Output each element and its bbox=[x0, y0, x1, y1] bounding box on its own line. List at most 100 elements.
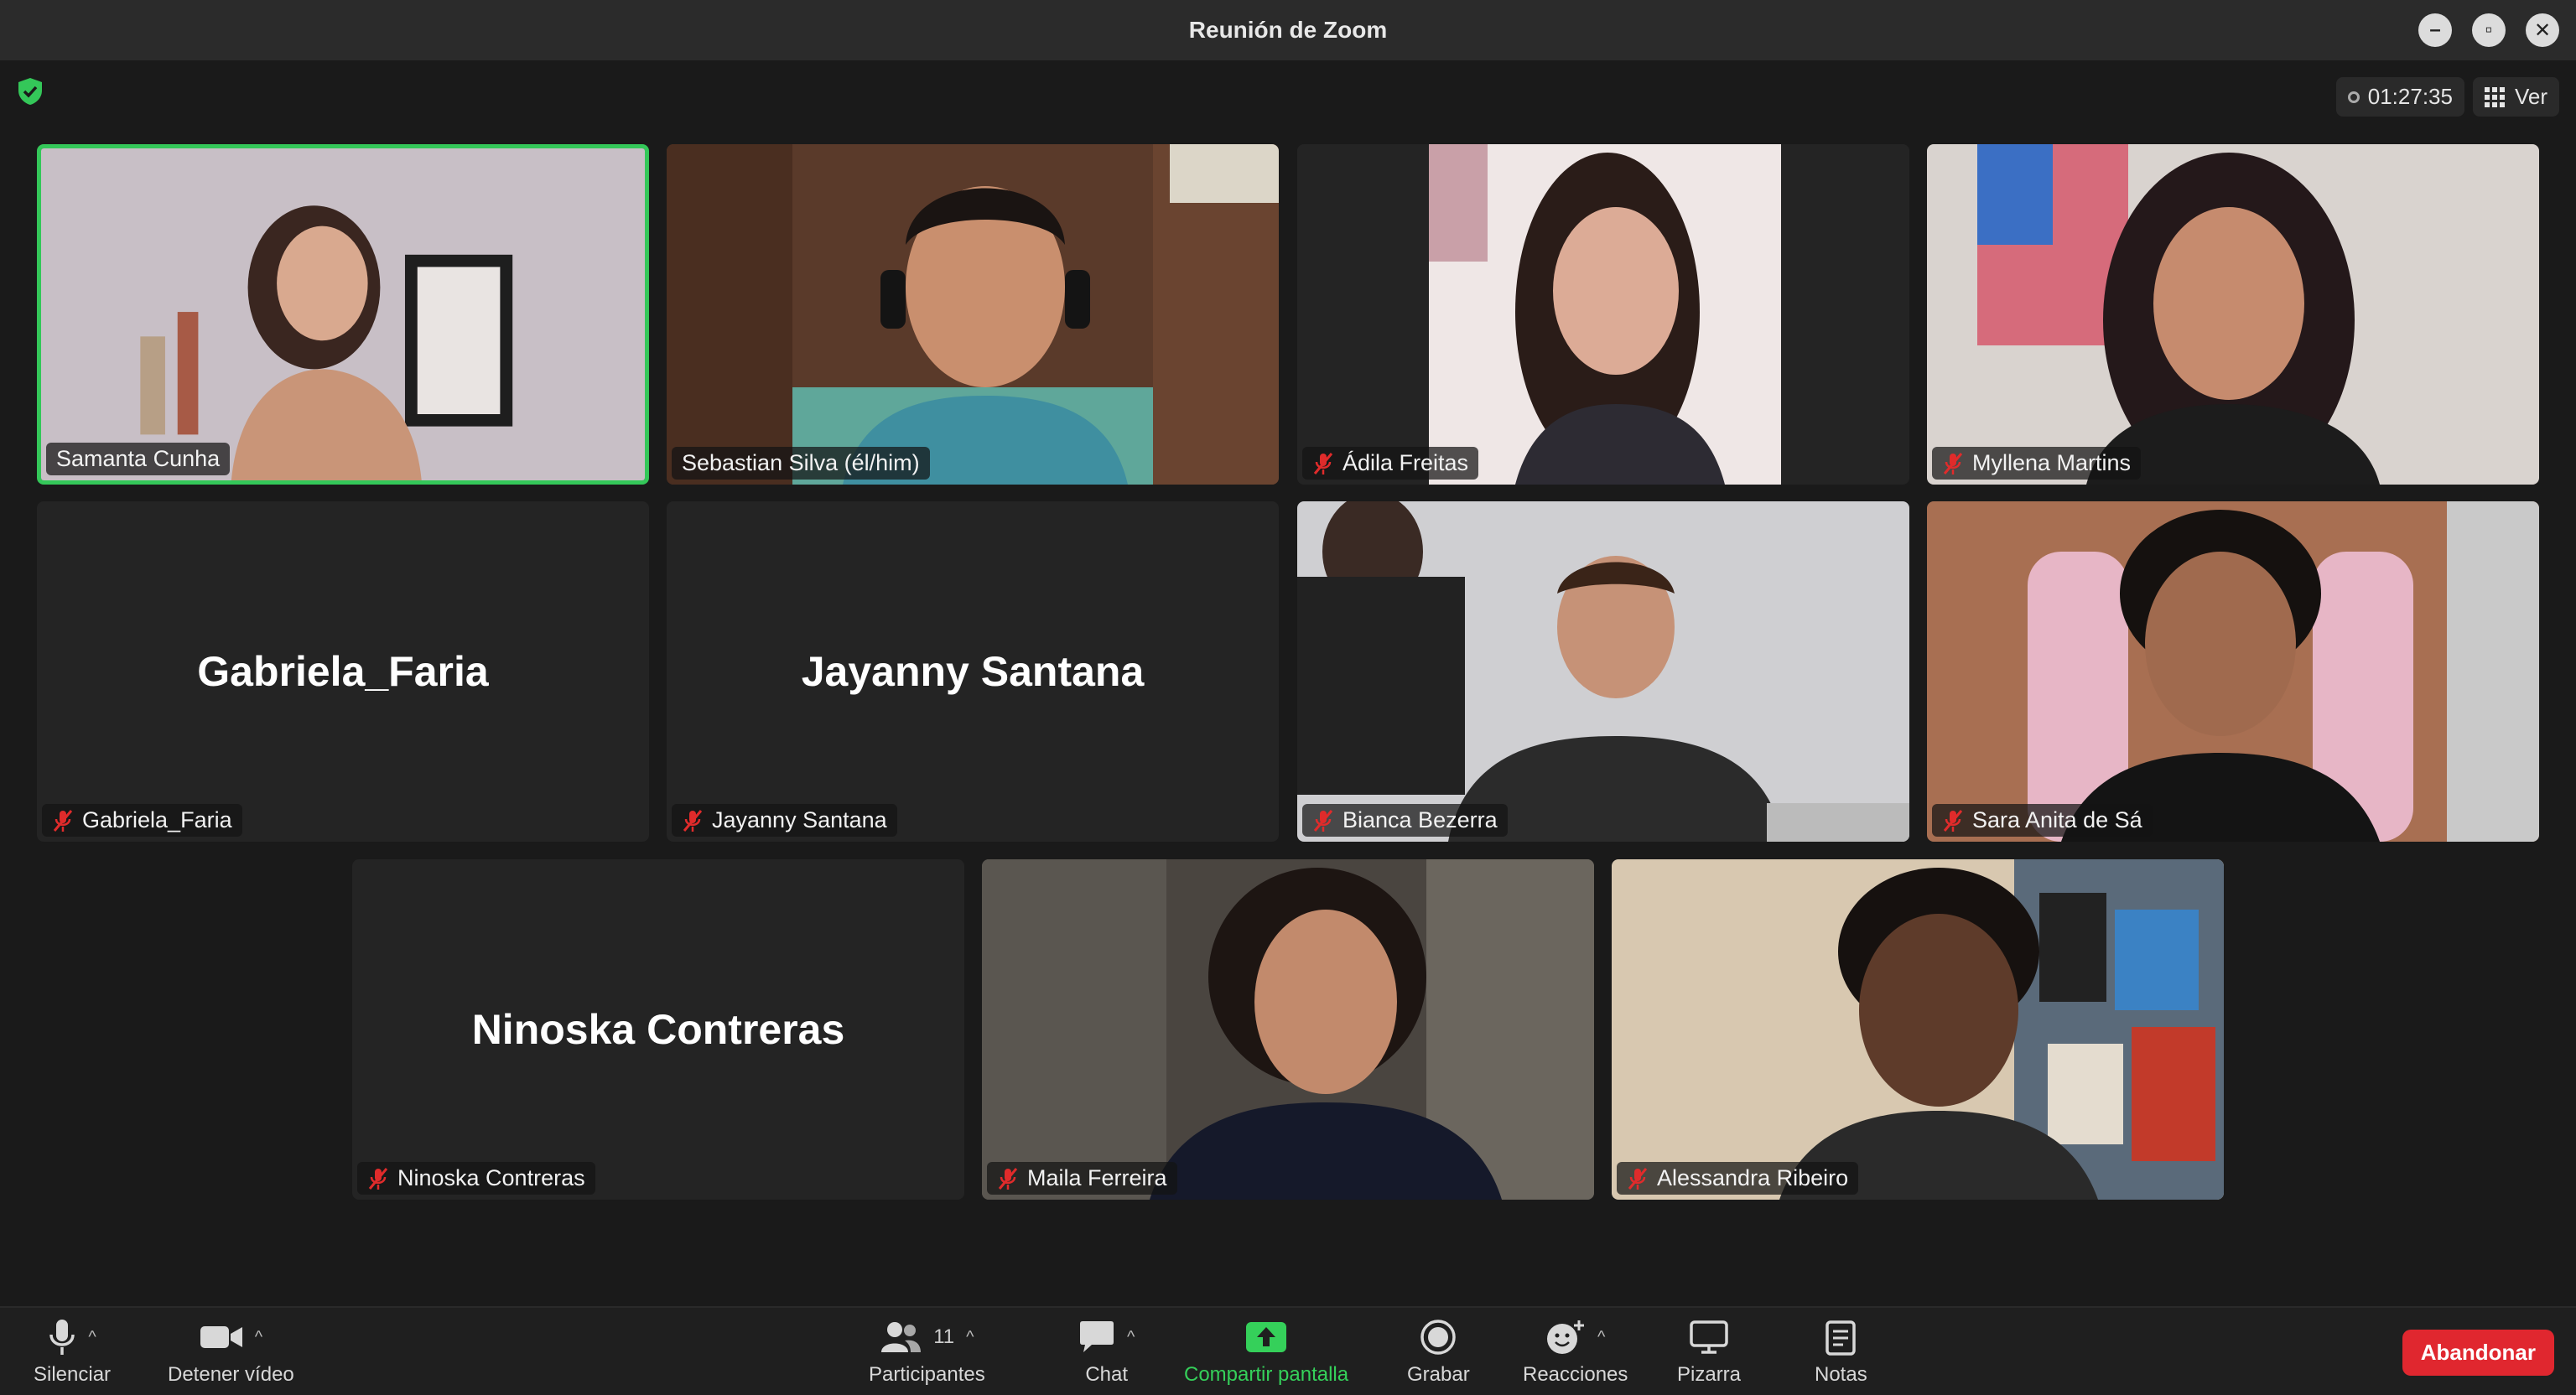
participant-name-tag: Gabriela_Faria bbox=[42, 804, 242, 837]
participant-name-tag: Alessandra Ribeiro bbox=[1617, 1162, 1859, 1195]
participants-icon bbox=[881, 1322, 922, 1352]
video-tile[interactable]: Ninoska Contreras Ninoska Contreras bbox=[352, 859, 964, 1200]
muted-mic-icon bbox=[53, 809, 73, 832]
video-tile[interactable]: Bianca Bezerra bbox=[1297, 501, 1909, 842]
mute-label: Silenciar bbox=[34, 1363, 112, 1386]
participant-name-tag: Bianca Bezerra bbox=[1302, 804, 1508, 837]
whiteboard-button[interactable]: Pizarra bbox=[1677, 1316, 1741, 1387]
view-label: Ver bbox=[2514, 84, 2547, 109]
reactions-label: Reacciones bbox=[1523, 1363, 1628, 1386]
close-icon[interactable]: ✕ bbox=[2526, 13, 2559, 47]
video-tile[interactable]: Maila Ferreira bbox=[982, 859, 1594, 1200]
participant-video bbox=[982, 859, 1594, 1200]
participants-button[interactable]: 11 ^ Participantes bbox=[869, 1316, 985, 1387]
participant-name-tag: Samanta Cunha bbox=[46, 443, 231, 475]
record-dot-icon bbox=[2347, 91, 2360, 103]
grid-view-icon bbox=[2484, 86, 2505, 107]
participant-name: Alessandra Ribeiro bbox=[1657, 1165, 1849, 1190]
reactions-button[interactable]: ^ Reacciones bbox=[1523, 1316, 1628, 1387]
participant-name: Ninoska Contreras bbox=[397, 1165, 585, 1190]
participant-name-tag: Ninoska Contreras bbox=[357, 1162, 595, 1195]
view-button[interactable]: Ver bbox=[2472, 77, 2559, 117]
video-tile[interactable]: Samanta Cunha bbox=[37, 144, 649, 485]
muted-mic-icon bbox=[998, 1167, 1018, 1190]
maximize-icon[interactable]: ▫ bbox=[2472, 13, 2506, 47]
participant-name: Sara Anita de Sá bbox=[1972, 807, 2142, 832]
meeting-timer: 01:27:35 bbox=[2335, 77, 2464, 117]
minimize-icon[interactable]: – bbox=[2418, 13, 2452, 47]
top-right-controls: 01:27:35 Ver bbox=[2335, 77, 2559, 117]
video-camera-icon bbox=[200, 1326, 242, 1348]
video-tile[interactable]: Sara Anita de Sá bbox=[1927, 501, 2539, 842]
participant-name: Samanta Cunha bbox=[56, 446, 221, 471]
muted-mic-icon bbox=[1943, 809, 1963, 832]
muted-mic-icon bbox=[683, 809, 703, 832]
chat-icon bbox=[1080, 1321, 1114, 1352]
muted-mic-icon bbox=[368, 1167, 388, 1190]
participant-video bbox=[1927, 501, 2539, 842]
participant-display-name: Ninoska Contreras bbox=[471, 1006, 845, 1053]
participants-label: Participantes bbox=[869, 1363, 985, 1386]
participant-video bbox=[1927, 144, 2539, 485]
muted-mic-icon bbox=[1313, 809, 1333, 832]
participant-video bbox=[667, 144, 1279, 485]
timer-text: 01:27:35 bbox=[2367, 84, 2453, 109]
notes-label: Notas bbox=[1815, 1363, 1867, 1386]
participant-name-tag: Maila Ferreira bbox=[987, 1162, 1177, 1195]
video-tile[interactable]: Myllena Martins bbox=[1927, 144, 2539, 485]
muted-mic-icon bbox=[1943, 452, 1963, 475]
record-label: Grabar bbox=[1407, 1363, 1470, 1386]
record-icon bbox=[1420, 1320, 1457, 1355]
participant-name-tag: Ádila Freitas bbox=[1302, 447, 1479, 480]
participant-video bbox=[1612, 859, 2224, 1200]
shield-icon[interactable] bbox=[17, 77, 44, 106]
stop-video-button[interactable]: ^ Detener vídeo bbox=[168, 1316, 294, 1387]
chevron-up-icon[interactable]: ^ bbox=[1597, 1328, 1605, 1347]
participant-name-tag: Jayanny Santana bbox=[672, 804, 897, 837]
participant-name-tag: Sara Anita de Sá bbox=[1932, 804, 2153, 837]
participant-name: Jayanny Santana bbox=[712, 807, 887, 832]
muted-mic-icon bbox=[1313, 452, 1333, 475]
chevron-up-icon[interactable]: ^ bbox=[966, 1328, 974, 1347]
microphone-icon bbox=[49, 1320, 75, 1355]
notes-button[interactable]: Notas bbox=[1815, 1316, 1867, 1387]
chat-button[interactable]: ^ Chat bbox=[1078, 1316, 1135, 1387]
participant-name-tag: Sebastian Silva (él/him) bbox=[672, 447, 930, 480]
mute-button[interactable]: ^ Silenciar bbox=[34, 1316, 111, 1387]
participant-name: Ádila Freitas bbox=[1343, 450, 1469, 475]
whiteboard-label: Pizarra bbox=[1677, 1363, 1742, 1386]
share-screen-icon bbox=[1246, 1322, 1287, 1352]
video-tile[interactable]: Jayanny Santana Jayanny Santana bbox=[667, 501, 1279, 842]
meeting-toolbar: ^ Silenciar ^ Detener vídeo 11 ^ Partici… bbox=[0, 1306, 2576, 1395]
participants-count: 11 bbox=[933, 1325, 955, 1348]
whiteboard-icon bbox=[1690, 1320, 1728, 1354]
video-tile[interactable]: Alessandra Ribeiro bbox=[1612, 859, 2224, 1200]
video-tile[interactable]: Gabriela_Faria Gabriela_Faria bbox=[37, 501, 649, 842]
participant-video bbox=[1297, 501, 1909, 842]
participant-name: Gabriela_Faria bbox=[82, 807, 232, 832]
chevron-up-icon[interactable]: ^ bbox=[1127, 1328, 1135, 1347]
video-tile[interactable]: Ádila Freitas bbox=[1297, 144, 1909, 485]
window-title: Reunión de Zoom bbox=[1188, 17, 1388, 43]
share-label: Compartir pantalla bbox=[1184, 1363, 1349, 1386]
participant-name: Maila Ferreira bbox=[1027, 1165, 1167, 1190]
notes-icon bbox=[1826, 1320, 1857, 1356]
chevron-up-icon[interactable]: ^ bbox=[255, 1328, 262, 1347]
participant-name: Bianca Bezerra bbox=[1343, 807, 1498, 832]
participant-name: Myllena Martins bbox=[1972, 450, 2132, 475]
record-button[interactable]: Grabar bbox=[1407, 1316, 1470, 1387]
participant-display-name: Gabriela_Faria bbox=[197, 648, 489, 695]
participant-display-name: Jayanny Santana bbox=[801, 648, 1145, 695]
window-controls: – ▫ ✕ bbox=[2418, 13, 2559, 47]
participant-video bbox=[1297, 144, 1909, 485]
chat-label: Chat bbox=[1085, 1363, 1129, 1386]
video-tile[interactable]: Sebastian Silva (él/him) bbox=[667, 144, 1279, 485]
muted-mic-icon bbox=[1628, 1167, 1648, 1190]
title-bar: Reunión de Zoom – ▫ ✕ bbox=[0, 0, 2576, 60]
video-label: Detener vídeo bbox=[168, 1363, 294, 1386]
leave-button[interactable]: Abandonar bbox=[2402, 1330, 2554, 1376]
chevron-up-icon[interactable]: ^ bbox=[88, 1328, 96, 1347]
share-screen-button[interactable]: Compartir pantalla bbox=[1184, 1316, 1348, 1387]
emoji-icon bbox=[1547, 1320, 1584, 1354]
participant-name-tag: Myllena Martins bbox=[1932, 447, 2142, 480]
